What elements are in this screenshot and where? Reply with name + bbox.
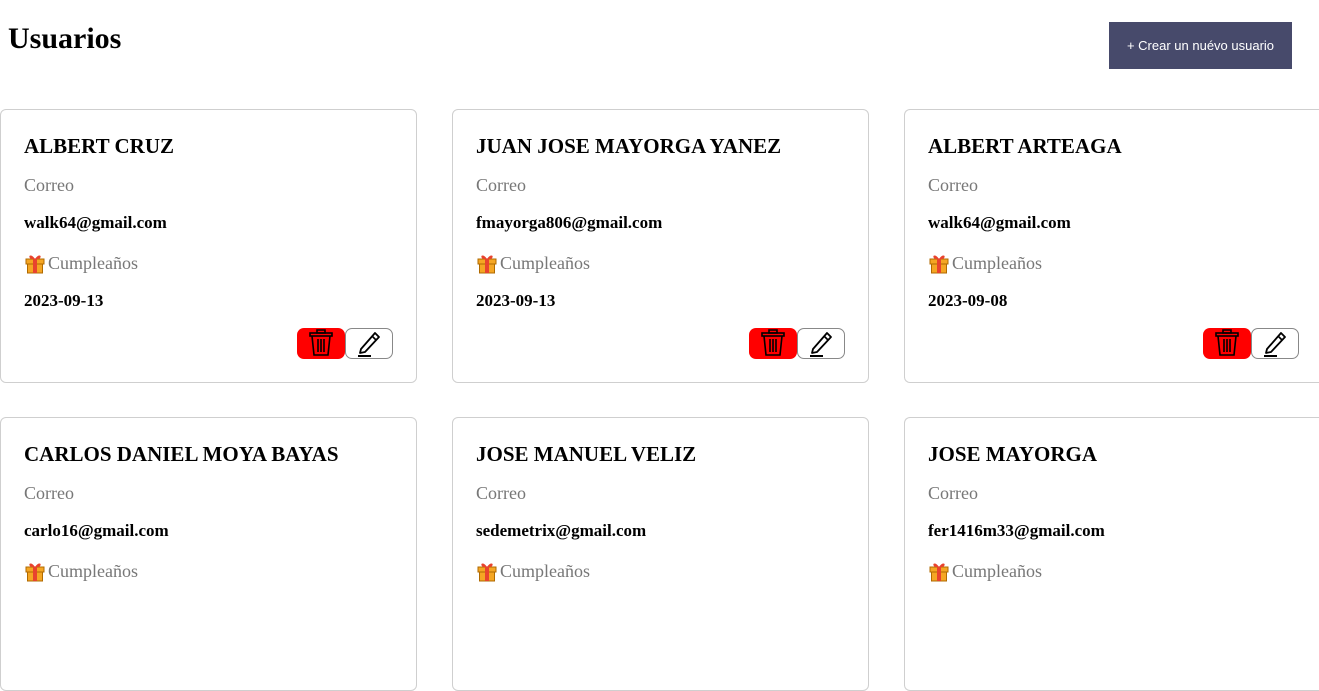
birthday-label-row: Cumpleaños <box>24 252 138 274</box>
delete-button[interactable] <box>749 328 797 359</box>
email-label: Correo <box>24 483 74 503</box>
pencil-icon <box>806 327 836 360</box>
user-email: sedemetrix@gmail.com <box>476 521 647 540</box>
birthday-label-row: Cumpleaños <box>928 252 1042 274</box>
user-card: JUAN JOSE MAYORGA YANEZ Correo fmayorga8… <box>452 109 869 383</box>
delete-button[interactable] <box>297 328 345 359</box>
user-card: JOSE MANUEL VELIZ Correo sedemetrix@gmai… <box>452 417 869 691</box>
birthday-label-row: Cumpleaños <box>476 252 590 274</box>
birthday-label: Cumpleaños <box>48 252 138 273</box>
page-title: Usuarios <box>8 22 122 55</box>
card-actions <box>1203 328 1299 359</box>
delete-button[interactable] <box>1203 328 1251 359</box>
email-label: Correo <box>928 175 978 195</box>
trash-icon <box>759 327 787 360</box>
user-name: CARLOS DANIEL MOYA BAYAS <box>24 442 339 466</box>
trash-icon <box>307 327 335 360</box>
gift-icon <box>928 252 950 274</box>
user-name: ALBERT ARTEAGA <box>928 134 1122 158</box>
user-email: fmayorga806@gmail.com <box>476 213 663 232</box>
edit-button[interactable] <box>797 328 845 359</box>
user-email: carlo16@gmail.com <box>24 521 169 540</box>
birthday-label-row: Cumpleaños <box>928 560 1042 582</box>
email-label: Correo <box>928 483 978 503</box>
birthday-label: Cumpleaños <box>952 560 1042 581</box>
email-label: Correo <box>24 175 74 195</box>
user-name: JOSE MAYORGA <box>928 442 1097 466</box>
user-birthday: 2023-09-13 <box>476 291 556 310</box>
birthday-label: Cumpleaños <box>48 560 138 581</box>
user-card: ALBERT CRUZ Correo walk64@gmail.com Cump… <box>0 109 417 383</box>
user-name: JOSE MANUEL VELIZ <box>476 442 697 466</box>
pencil-icon <box>354 327 384 360</box>
pencil-icon <box>1260 327 1290 360</box>
user-email: walk64@gmail.com <box>928 213 1071 232</box>
user-card: ALBERT ARTEAGA Correo walk64@gmail.com C… <box>904 109 1319 383</box>
birthday-label-row: Cumpleaños <box>24 560 138 582</box>
email-label: Correo <box>476 483 526 503</box>
user-card: CARLOS DANIEL MOYA BAYAS Correo carlo16@… <box>0 417 417 691</box>
birthday-label: Cumpleaños <box>500 560 590 581</box>
user-name: ALBERT CRUZ <box>24 134 174 158</box>
gift-icon <box>476 560 498 582</box>
user-name: JUAN JOSE MAYORGA YANEZ <box>476 134 782 158</box>
user-email: walk64@gmail.com <box>24 213 167 232</box>
gift-icon <box>24 252 46 274</box>
edit-button[interactable] <box>1251 328 1299 359</box>
email-label: Correo <box>476 175 526 195</box>
gift-icon <box>928 560 950 582</box>
user-birthday: 2023-09-08 <box>928 291 1008 310</box>
card-actions <box>297 328 393 359</box>
birthday-label: Cumpleaños <box>952 252 1042 273</box>
create-user-button[interactable]: + Crear un nuévo usuario <box>1109 22 1292 69</box>
user-email: fer1416m33@gmail.com <box>928 521 1105 540</box>
card-actions <box>749 328 845 359</box>
user-birthday: 2023-09-13 <box>24 291 104 310</box>
birthday-label-row: Cumpleaños <box>476 560 590 582</box>
edit-button[interactable] <box>345 328 393 359</box>
gift-icon <box>24 560 46 582</box>
birthday-label: Cumpleaños <box>500 252 590 273</box>
user-card: JOSE MAYORGA Correo fer1416m33@gmail.com… <box>904 417 1319 691</box>
trash-icon <box>1213 327 1241 360</box>
gift-icon <box>476 252 498 274</box>
